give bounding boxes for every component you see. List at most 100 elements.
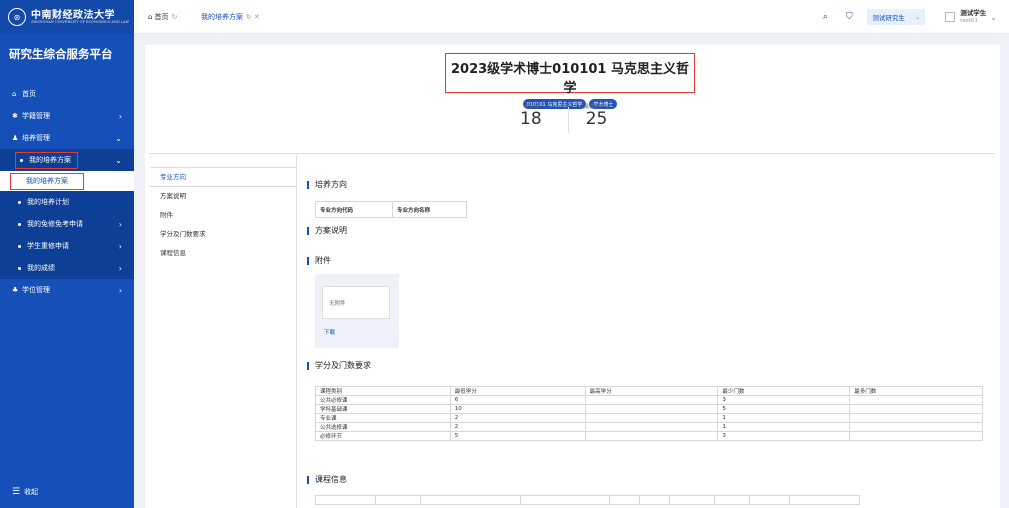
collapse-sidebar-button[interactable]: ☰ 收起 — [12, 487, 38, 497]
sidebar-item-degree[interactable]: ♣ 学位管理 › — [0, 279, 134, 301]
table-header — [609, 495, 641, 505]
sidebar-item-my-schedule[interactable]: 我的培养计划 — [0, 191, 134, 213]
anchor-direction[interactable]: 专业方向 — [150, 167, 296, 187]
table-header — [669, 495, 716, 505]
plan-header: 2023级学术博士010101 马克思主义哲学 010101 马克思主义哲学 学… — [445, 53, 695, 109]
table-row: 公共选修课 2 1 — [315, 422, 983, 432]
anchor-attachment[interactable]: 附件 — [150, 206, 296, 225]
bullet-icon — [18, 244, 21, 248]
peiyang-submenu: 我的培养方案 ⌄ 我的培养方案 我的培养计划 我的免修免考申请 › 学生重修申请… — [0, 149, 134, 279]
menu-icon: ☰ — [12, 487, 21, 497]
table-header — [419, 495, 521, 505]
refresh-icon[interactable]: ↻ — [171, 13, 177, 21]
section-attachment: 附件 — [307, 255, 331, 266]
chevron-right-icon: › — [118, 285, 122, 295]
sidebar-item-xueji[interactable]: ✱ 学籍管理 › — [0, 105, 134, 127]
anchor-desc[interactable]: 方案说明 — [150, 187, 296, 206]
home-icon: ⌂ — [148, 13, 153, 21]
chevron-down-icon[interactable]: ⌄ — [990, 13, 997, 22]
table-row: 学科基础课 10 5 — [315, 404, 983, 414]
table-header: 最少门数 — [717, 386, 851, 396]
top-right-tools: ⌕ ⛉ 测试研究生 ⌄ 测试学生 test01 ⌄ — [819, 0, 1009, 34]
sidebar-item-my-plan-active[interactable]: 我的培养方案 — [0, 171, 134, 191]
attachment-card: 无附件 — [322, 286, 390, 319]
user-icon: ♟ — [12, 134, 19, 142]
main-content: 2023级学术博士010101 马克思主义哲学 010101 马克思主义哲学 学… — [145, 45, 1000, 508]
plan-tags: 010101 马克思主义哲学 学术博士 — [446, 99, 694, 109]
table-header: 最低学分 — [449, 386, 586, 396]
home-icon: ⌂ — [12, 90, 17, 98]
section-desc: 方案说明 — [307, 225, 347, 236]
student-status-icon: ✱ — [12, 112, 18, 120]
table-header: 专业方向名称 — [392, 201, 467, 218]
stat-min-credits: 最低总学分 25 — [584, 104, 610, 129]
table-header — [374, 495, 421, 505]
table-row: 公共必修课 6 3 — [315, 395, 983, 405]
chevron-right-icon: › — [118, 111, 122, 121]
nav-divider — [296, 155, 297, 508]
table-header — [315, 495, 376, 505]
user-id: test01 — [960, 17, 978, 24]
table-row: 专业课 2 1 — [315, 413, 983, 423]
bullet-icon — [20, 158, 23, 162]
chevron-down-icon: ⌄ — [115, 155, 122, 165]
anchor-nav: 专业方向 方案说明 附件 学分及门数要求 课程信息 — [150, 167, 296, 263]
sidebar-item-grades[interactable]: 我的成绩 › — [0, 257, 134, 279]
close-icon[interactable]: ✕ — [254, 13, 260, 21]
user-info[interactable]: 测试学生 test01 — [960, 9, 987, 24]
table-header — [519, 495, 611, 505]
tab-my-plan[interactable]: 我的培养方案 ↻ ✕ — [201, 12, 260, 22]
sidebar: ⊛ 中南财经政法大学 ZHONGNAN UNIVERSITY OF ECONOM… — [0, 0, 134, 508]
table-header — [749, 495, 791, 505]
course-table — [315, 495, 860, 505]
table-header — [789, 495, 860, 505]
chevron-down-icon: ⌄ — [914, 13, 921, 21]
direction-table: 专业方向代码 专业方向名称 — [315, 201, 467, 218]
anchor-credits[interactable]: 学分及门数要求 — [150, 225, 296, 244]
download-link[interactable]: 下载 — [324, 328, 335, 336]
bullet-icon — [18, 222, 21, 226]
top-bar: ⌂ 首页 ↻ 我的培养方案 ↻ ✕ ⌕ ⛉ 测试研究生 ⌄ 测试学生 test0… — [134, 0, 1009, 34]
chevron-right-icon: › — [118, 219, 122, 229]
bullet-icon — [18, 200, 21, 204]
search-icon[interactable]: ⌕ — [819, 11, 831, 23]
chevron-right-icon: › — [118, 241, 122, 251]
sidebar-item-my-plan[interactable]: 我的培养方案 ⌄ — [0, 149, 134, 171]
chevron-down-icon: ⌄ — [115, 133, 122, 143]
bullet-icon — [18, 266, 21, 270]
table-header — [639, 495, 671, 505]
sidebar-item-exempt[interactable]: 我的免修免考申请 › — [0, 213, 134, 235]
tab-home[interactable]: ⌂ 首页 ↻ — [148, 12, 177, 22]
table-header: 专业方向代码 — [315, 201, 393, 218]
avatar[interactable] — [945, 12, 956, 22]
credit-table: 课程类别 最低学分 最高学分 最少门数 最多门数 公共必修课 6 3 学科基础课 10… — [315, 386, 983, 441]
anchor-courses[interactable]: 课程信息 — [150, 244, 296, 263]
divider — [149, 153, 995, 154]
table-row: 必修环节 5 3 — [315, 431, 983, 441]
table-header: 课程类别 — [315, 386, 451, 396]
stat-degree-courses: 学位课 18 — [520, 104, 542, 129]
logo[interactable]: ⊛ 中南财经政法大学 ZHONGNAN UNIVERSITY OF ECONOM… — [0, 0, 134, 34]
section-credits: 学分及门数要求 — [307, 360, 371, 371]
page-title: 2023级学术博士010101 马克思主义哲学 — [451, 62, 689, 96]
university-seal-icon: ⊛ — [8, 8, 26, 26]
sidebar-nav: ⌂ 首页 ✱ 学籍管理 › ♟ 培养管理 ⌄ 我的培养方案 ⌄ 我的培养方案 我… — [0, 83, 134, 301]
stat-divider — [568, 107, 569, 133]
logo-text: 中南财经政法大学 ZHONGNAN UNIVERSITY OF ECONOMIC… — [31, 9, 130, 24]
user-name: 测试学生 — [960, 9, 987, 18]
chevron-right-icon: › — [118, 263, 122, 273]
section-courses: 课程信息 — [307, 474, 347, 485]
attachment-panel: 无附件 下载 — [315, 274, 399, 348]
degree-user-icon: ♣ — [12, 286, 19, 294]
sidebar-item-home[interactable]: ⌂ 首页 — [0, 83, 134, 105]
system-title: 研究生综合服务平台 — [9, 47, 113, 61]
sidebar-item-peiyang[interactable]: ♟ 培养管理 ⌄ — [0, 127, 134, 149]
section-direction: 培养方向 — [307, 179, 347, 190]
role-select[interactable]: 测试研究生 ⌄ — [867, 9, 926, 25]
table-header: 最多门数 — [849, 386, 983, 396]
shirt-icon[interactable]: ⛉ — [843, 11, 855, 23]
table-header — [714, 495, 751, 505]
refresh-icon[interactable]: ↻ — [246, 13, 252, 21]
table-header: 最高学分 — [584, 386, 719, 396]
sidebar-item-retake[interactable]: 学生重修申请 › — [0, 235, 134, 257]
